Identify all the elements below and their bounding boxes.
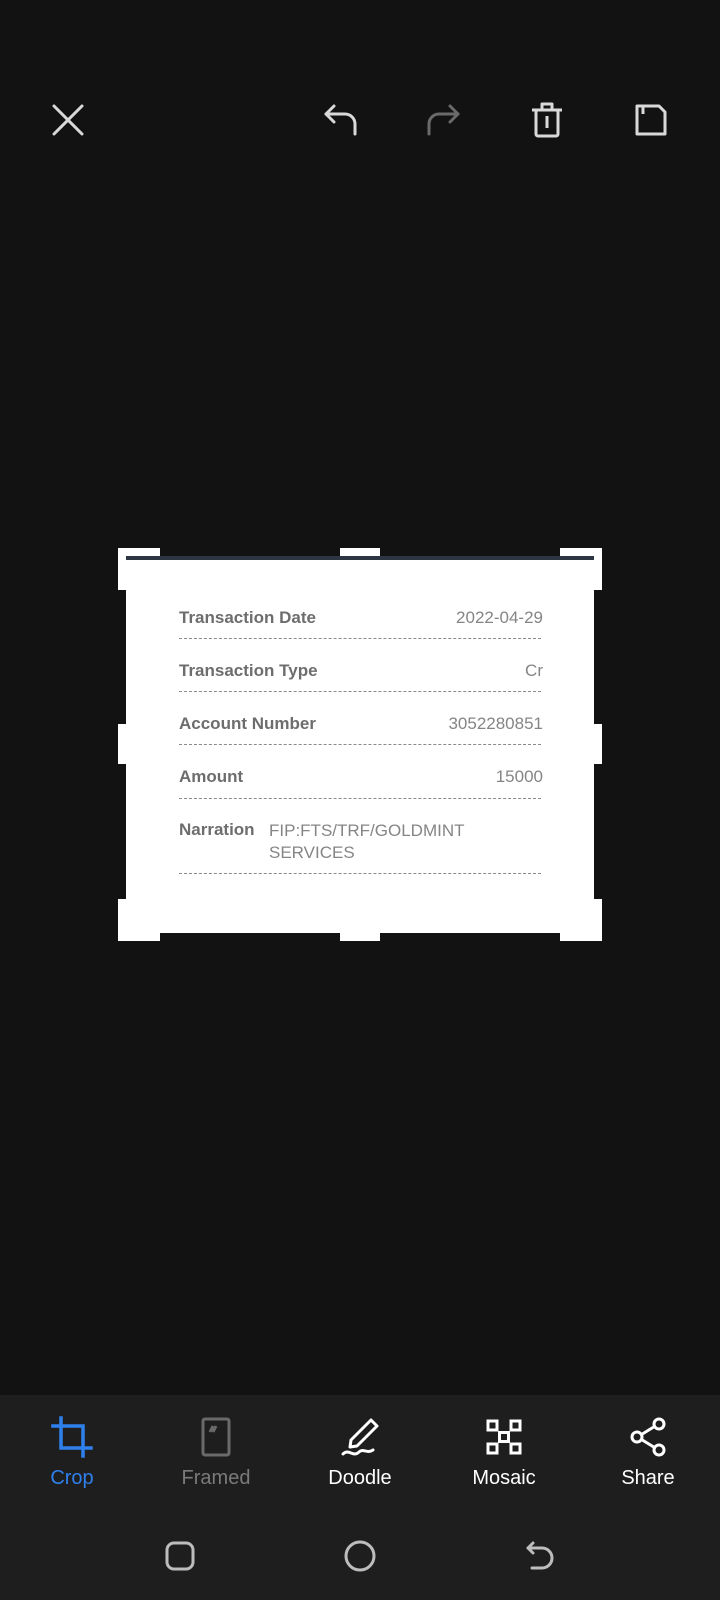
delete-icon bbox=[532, 102, 562, 138]
save-icon bbox=[635, 104, 667, 136]
delete-button[interactable] bbox=[517, 90, 577, 150]
redo-icon bbox=[427, 104, 460, 136]
dashed-divider bbox=[179, 798, 541, 799]
editor-tool-bar: Crop Framed Doodle Mosaic Share bbox=[0, 1395, 720, 1517]
crop-handle-left[interactable] bbox=[118, 724, 126, 764]
editor-top-bar bbox=[0, 90, 720, 160]
back-button[interactable] bbox=[510, 1531, 570, 1581]
undo-button[interactable] bbox=[311, 90, 371, 150]
crop-handle-bottom[interactable] bbox=[340, 933, 380, 941]
share-icon bbox=[626, 1415, 670, 1459]
crop-handle-bottom-right[interactable] bbox=[560, 899, 602, 941]
receipt-row-value: 2022-04-29 bbox=[456, 608, 543, 627]
receipt-row-value: 15000 bbox=[495, 767, 543, 786]
recents-icon bbox=[165, 1541, 195, 1571]
crop-handle-top-left[interactable] bbox=[118, 548, 160, 590]
system-nav-bar bbox=[0, 1517, 720, 1600]
home-button[interactable] bbox=[330, 1531, 390, 1581]
tool-label: Doodle bbox=[328, 1467, 392, 1489]
close-icon bbox=[52, 104, 84, 136]
recents-button[interactable] bbox=[150, 1531, 210, 1581]
crop-handle-right[interactable] bbox=[594, 724, 602, 764]
receipt-row-value: 3052280851 bbox=[448, 714, 543, 733]
crop-handle-top[interactable] bbox=[340, 548, 380, 556]
doodle-icon bbox=[338, 1415, 382, 1459]
tool-framed[interactable]: Framed bbox=[144, 1395, 288, 1517]
edited-image[interactable]: Transaction Date 2022-04-29 Transaction … bbox=[126, 556, 594, 933]
crop-icon bbox=[50, 1415, 94, 1459]
receipt-row-label: Amount bbox=[179, 767, 244, 786]
save-button[interactable] bbox=[621, 90, 681, 150]
mosaic-icon bbox=[482, 1415, 526, 1459]
tool-crop[interactable]: Crop bbox=[0, 1395, 144, 1517]
back-icon bbox=[526, 1541, 554, 1570]
tool-doodle[interactable]: Doodle bbox=[288, 1395, 432, 1517]
close-button[interactable] bbox=[38, 90, 98, 150]
home-icon bbox=[344, 1540, 376, 1572]
receipt-row-label: Transaction Type bbox=[179, 661, 318, 680]
crop-handle-bottom-left[interactable] bbox=[118, 899, 160, 941]
tool-share[interactable]: Share bbox=[576, 1395, 720, 1517]
crop-handle-top-right[interactable] bbox=[560, 548, 602, 590]
frame-icon bbox=[194, 1415, 238, 1459]
tool-mosaic[interactable]: Mosaic bbox=[432, 1395, 576, 1517]
dashed-divider bbox=[179, 744, 541, 745]
tool-label: Crop bbox=[50, 1467, 94, 1489]
receipt-row-label: Transaction Date bbox=[179, 608, 316, 627]
tool-label: Mosaic bbox=[472, 1467, 536, 1489]
tool-label: Share bbox=[621, 1467, 675, 1489]
receipt-row-value: Cr bbox=[525, 661, 543, 680]
redo-button[interactable] bbox=[413, 90, 473, 150]
dashed-divider bbox=[179, 638, 541, 639]
undo-icon bbox=[324, 104, 357, 136]
receipt-row-value: FIP:FTS/TRF/GOLDMINT SERVICES bbox=[269, 821, 465, 862]
receipt-row-label: Narration bbox=[179, 820, 255, 839]
tool-label: Framed bbox=[181, 1467, 251, 1489]
receipt-row-label: Account Number bbox=[179, 714, 316, 733]
dashed-divider bbox=[179, 691, 541, 692]
dashed-divider bbox=[179, 873, 541, 874]
